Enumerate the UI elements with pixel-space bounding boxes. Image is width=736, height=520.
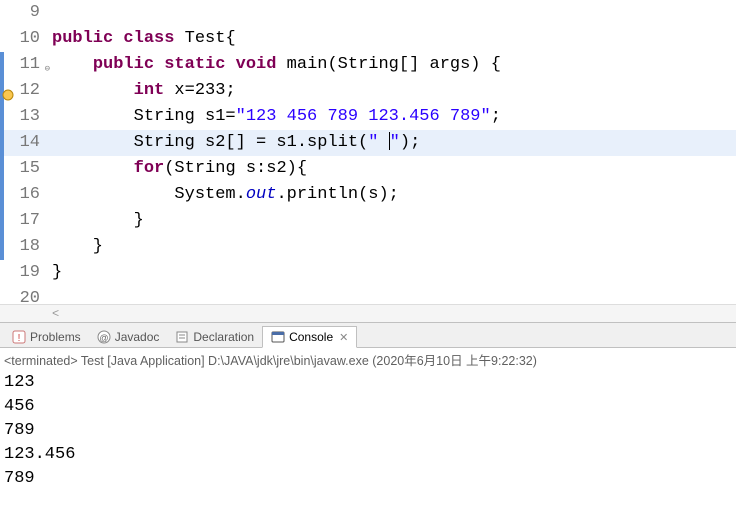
- tab-label: Declaration: [193, 330, 254, 344]
- tab-label: Console: [289, 330, 333, 344]
- scroll-left-icon[interactable]: <: [48, 307, 63, 321]
- gutter-line-number[interactable]: 10: [0, 26, 48, 52]
- console-line: 123.456: [4, 443, 732, 467]
- svg-text:!: !: [18, 333, 21, 344]
- code-line[interactable]: 19}: [0, 260, 736, 286]
- code-content[interactable]: public static void main(String[] args) {: [48, 52, 501, 78]
- code-line[interactable]: 15 for(String s:s2){: [0, 156, 736, 182]
- code-line[interactable]: 14 String s2[] = s1.split(" ");: [0, 130, 736, 156]
- gutter-line-number[interactable]: 9: [0, 0, 48, 26]
- code-line[interactable]: 17 }: [0, 208, 736, 234]
- code-line[interactable]: 18 }: [0, 234, 736, 260]
- console-launch-info: <terminated> Test [Java Application] D:\…: [0, 348, 736, 371]
- declaration-icon: [175, 330, 189, 344]
- gutter-line-number[interactable]: 14: [0, 130, 48, 156]
- console-line: 123: [4, 371, 732, 395]
- code-content[interactable]: String s1="123 456 789 123.456 789";: [48, 104, 501, 130]
- gutter-line-number[interactable]: 16: [0, 182, 48, 208]
- tab-label: Problems: [30, 330, 81, 344]
- gutter-line-number[interactable]: 20: [0, 286, 48, 304]
- code-line[interactable]: 13 String s1="123 456 789 123.456 789";: [0, 104, 736, 130]
- change-marker: [0, 104, 4, 130]
- code-line[interactable]: 10public class Test{: [0, 26, 736, 52]
- gutter-line-number[interactable]: 17: [0, 208, 48, 234]
- code-content[interactable]: }: [48, 208, 144, 234]
- gutter-line-number[interactable]: 12: [0, 78, 48, 104]
- code-content[interactable]: [48, 0, 52, 26]
- code-line[interactable]: 11⊖ public static void main(String[] arg…: [0, 52, 736, 78]
- code-content[interactable]: for(String s:s2){: [48, 156, 307, 182]
- gutter-line-number[interactable]: 13: [0, 104, 48, 130]
- code-content[interactable]: int x=233;: [48, 78, 236, 104]
- gutter-line-number[interactable]: 11⊖: [0, 52, 48, 78]
- gutter-line-number[interactable]: 15: [0, 156, 48, 182]
- console-output[interactable]: 123456789123.456789: [0, 371, 736, 491]
- tab-label: Javadoc: [115, 330, 160, 344]
- warning-icon[interactable]: [2, 85, 14, 97]
- code-content[interactable]: String s2[] = s1.split(" ");: [48, 130, 420, 156]
- tab-javadoc[interactable]: @ Javadoc: [89, 327, 168, 347]
- change-marker: [0, 156, 4, 182]
- code-content[interactable]: [48, 286, 52, 304]
- close-icon[interactable]: ✕: [339, 331, 348, 344]
- tab-console[interactable]: Console ✕: [262, 326, 357, 348]
- change-marker: [0, 234, 4, 260]
- change-marker: [0, 52, 4, 78]
- views-tab-bar: ! Problems @ Javadoc Declaration Console ✕: [0, 322, 736, 348]
- gutter-line-number[interactable]: 19: [0, 260, 48, 286]
- console-line: 789: [4, 419, 732, 443]
- console-line: 456: [4, 395, 732, 419]
- problems-icon: !: [12, 330, 26, 344]
- code-content[interactable]: public class Test{: [48, 26, 236, 52]
- code-line[interactable]: 9: [0, 0, 736, 26]
- svg-text:@: @: [99, 333, 108, 343]
- code-line[interactable]: 20: [0, 286, 736, 304]
- console-icon: [271, 330, 285, 344]
- code-content[interactable]: }: [48, 260, 62, 286]
- tab-problems[interactable]: ! Problems: [4, 327, 89, 347]
- change-marker: [0, 130, 4, 156]
- code-line[interactable]: 12 int x=233;: [0, 78, 736, 104]
- gutter-line-number[interactable]: 18: [0, 234, 48, 260]
- console-line: 789: [4, 467, 732, 491]
- javadoc-icon: @: [97, 330, 111, 344]
- code-editor[interactable]: 910public class Test{11⊖ public static v…: [0, 0, 736, 304]
- change-marker: [0, 182, 4, 208]
- tab-decl[interactable]: Declaration: [167, 327, 262, 347]
- code-content[interactable]: }: [48, 234, 103, 260]
- code-line[interactable]: 16 System.out.println(s);: [0, 182, 736, 208]
- code-content[interactable]: System.out.println(s);: [48, 182, 399, 208]
- horizontal-scrollbar[interactable]: <: [0, 304, 736, 322]
- change-marker: [0, 208, 4, 234]
